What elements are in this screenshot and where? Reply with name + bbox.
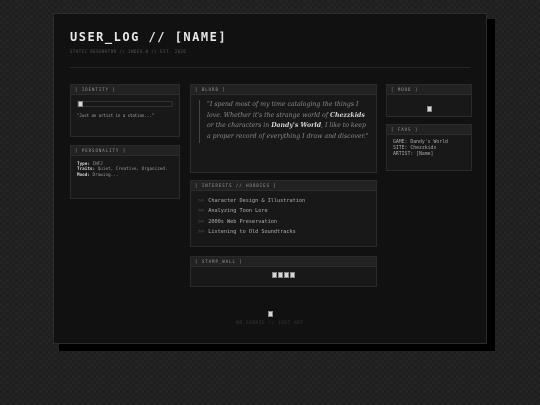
mood-image-icon (426, 105, 432, 112)
personality-panel: [ PERSONALITY ] Type: INFJ Traits: Quiet… (70, 145, 180, 199)
stamp-wall-heading: [ STAMP_WALL ] (191, 257, 376, 267)
list-item: >> Listening to Old Soundtracks (198, 228, 296, 235)
stamp-image-icon (272, 272, 277, 278)
traits-row: Traits: Quiet, Creative, Organized. (77, 167, 168, 173)
blurb-panel: [ BLURB ] "I spend most of my time catal… (190, 84, 377, 173)
broken-image-icon (78, 101, 83, 107)
favs-panel: [ FAVS ] GAME: Dandy's World SITE: Chezz… (386, 124, 472, 171)
mood-heading: [ MOOD ] (387, 85, 471, 95)
identity-panel: [ IDENTITY ] "Just an artist in a statio… (70, 84, 180, 137)
stamp-image-icon (284, 272, 289, 278)
interests-panel: [ INTERESTS // HOBBIES ] >> Character Des… (190, 180, 377, 247)
page-subtitle: STATIC RESONATOR // INDEX.H // EST. 2026 (70, 49, 187, 54)
list-item: >> Character Design & Illustration (198, 198, 306, 204)
blurb-quote: "I spend most of my time cataloging the … (199, 100, 370, 143)
footer-text: NO COOKIE // JUST ART (236, 321, 304, 326)
fav-artist: ARTIST: [Name] (393, 152, 434, 157)
footer-image-icon (268, 311, 273, 317)
profile-page: USER_LOG // [NAME] STATIC RESONATOR // I… (53, 13, 487, 344)
blurb-heading: [ BLURB ] (191, 85, 376, 95)
mood-row: Mood: Drawing... (77, 172, 119, 178)
stamp-image-icon (290, 272, 295, 278)
identity-heading: [ IDENTITY ] (71, 85, 179, 95)
list-item: >> 2000s Web Preservation (198, 218, 277, 225)
interests-heading: [ INTERESTS // HOBBIES ] (191, 181, 376, 191)
avatar (77, 101, 173, 107)
list-item: >> Analyzing Toon Lore (198, 208, 268, 215)
personality-heading: [ PERSONALITY ] (71, 146, 179, 156)
status-text: "Just an artist in a station..." (77, 113, 155, 118)
stamp-wall-panel: [ STAMP_WALL ] (190, 256, 377, 287)
mood-panel: [ MOOD ] (386, 84, 472, 117)
page-title: USER_LOG // [NAME] (70, 30, 228, 44)
header-divider (70, 67, 470, 68)
favs-heading: [ FAVS ] (387, 125, 471, 135)
stamp-image-icon (278, 272, 283, 278)
